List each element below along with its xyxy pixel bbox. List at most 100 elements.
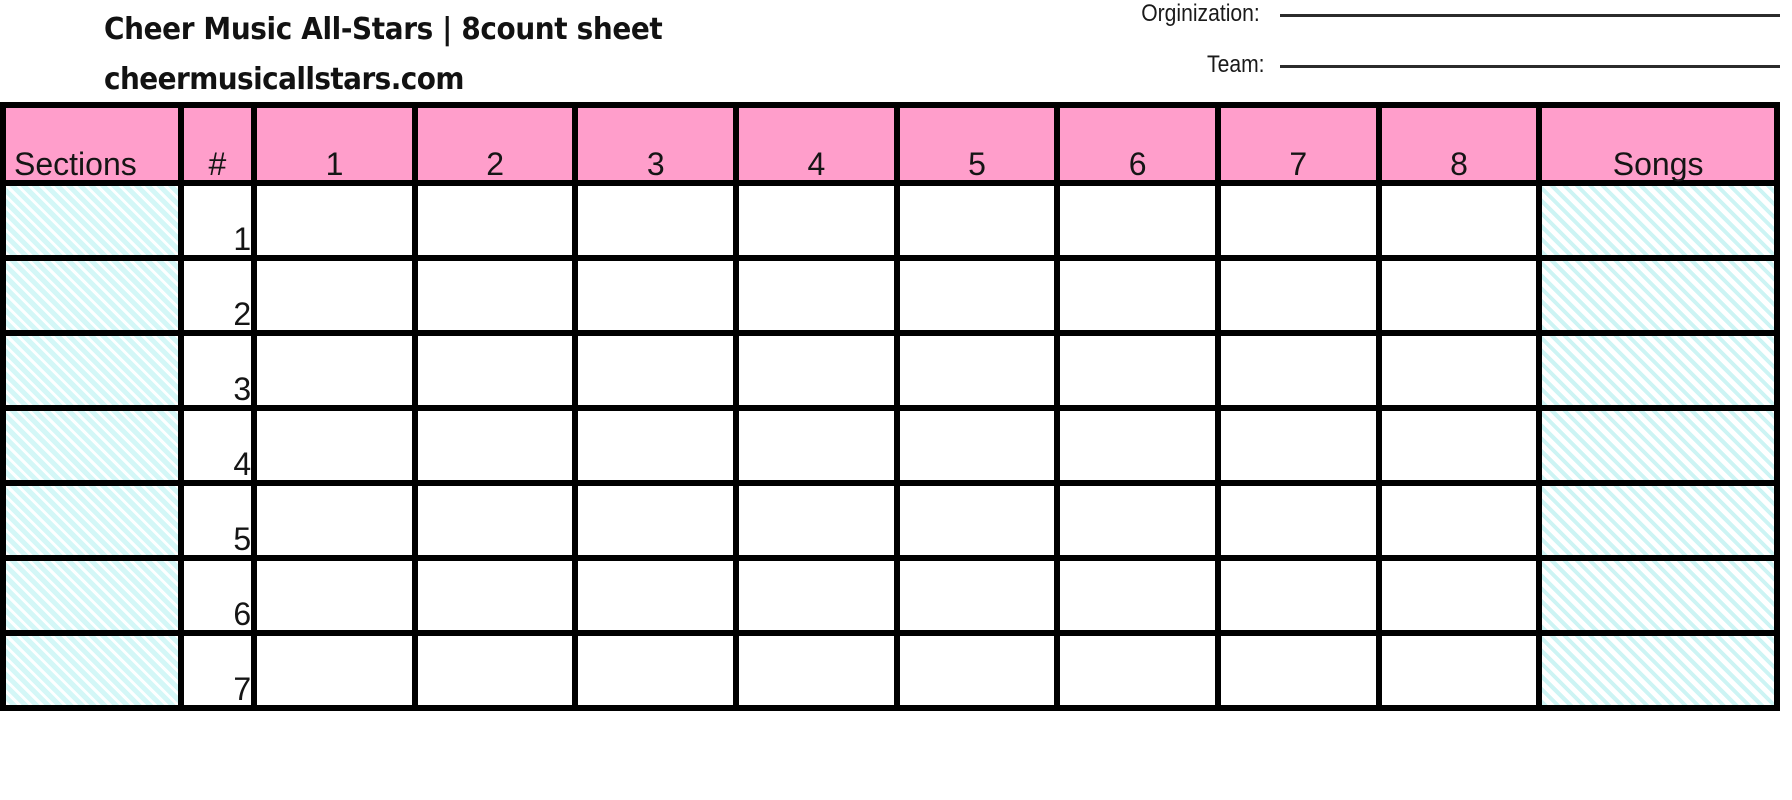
count-cell-4[interactable]: [733, 330, 900, 411]
organization-input-line[interactable]: [1280, 14, 1780, 17]
count-cell-5[interactable]: [893, 630, 1061, 711]
count-cell-1[interactable]: [251, 480, 418, 561]
section-cell[interactable]: [0, 630, 184, 711]
count-cell-8[interactable]: [1375, 630, 1543, 711]
table-row: 4: [0, 405, 1780, 486]
column-header-count-8: 8: [1375, 102, 1543, 186]
table-row: 7: [0, 630, 1780, 711]
song-cell[interactable]: [1536, 405, 1780, 486]
count-cell-5[interactable]: [893, 555, 1061, 636]
table-header-row: Sections # 1 2 3 4 5 6 7 8 Songs: [0, 102, 1780, 186]
count-cell-6[interactable]: [1054, 255, 1221, 336]
count-cell-5[interactable]: [893, 255, 1061, 336]
table-row: 3: [0, 330, 1780, 411]
count-cell-7[interactable]: [1215, 555, 1382, 636]
count-cell-8[interactable]: [1375, 330, 1543, 411]
team-label: Team:: [1206, 51, 1265, 78]
count-cell-5[interactable]: [893, 180, 1061, 261]
count-cell-2[interactable]: [411, 480, 579, 561]
song-cell[interactable]: [1536, 255, 1780, 336]
column-header-count-3: 3: [572, 102, 740, 186]
count-cell-3[interactable]: [572, 630, 740, 711]
row-number-cell: 2: [177, 255, 258, 336]
count-cell-6[interactable]: [1054, 330, 1221, 411]
count-cell-5[interactable]: [893, 330, 1061, 411]
count-cell-6[interactable]: [1054, 405, 1221, 486]
count-cell-3[interactable]: [572, 180, 740, 261]
count-cell-8[interactable]: [1375, 405, 1543, 486]
count-cell-7[interactable]: [1215, 255, 1382, 336]
section-cell[interactable]: [0, 405, 184, 486]
section-cell[interactable]: [0, 330, 184, 411]
count-cell-7[interactable]: [1215, 480, 1382, 561]
count-cell-1[interactable]: [251, 555, 418, 636]
count-cell-6[interactable]: [1054, 180, 1221, 261]
table-row: 2: [0, 255, 1780, 336]
count-cell-4[interactable]: [733, 255, 900, 336]
count-cell-4[interactable]: [733, 630, 900, 711]
song-cell[interactable]: [1536, 480, 1780, 561]
row-number-cell: 7: [177, 630, 258, 711]
count-cell-2[interactable]: [411, 630, 579, 711]
count-cell-5[interactable]: [893, 480, 1061, 561]
count-cell-3[interactable]: [572, 405, 740, 486]
count-cell-2[interactable]: [411, 180, 579, 261]
count-cell-3[interactable]: [572, 480, 740, 561]
count-cell-6[interactable]: [1054, 630, 1221, 711]
table-row: 6: [0, 555, 1780, 636]
title-block: Cheer Music All-Stars | 8count sheet che…: [104, 4, 904, 104]
count-cell-2[interactable]: [411, 555, 579, 636]
count-cell-1[interactable]: [251, 255, 418, 336]
column-header-count-4: 4: [733, 102, 900, 186]
count-cell-1[interactable]: [251, 630, 418, 711]
count-cell-2[interactable]: [411, 255, 579, 336]
song-cell[interactable]: [1536, 630, 1780, 711]
team-field-row: Team:: [950, 51, 1780, 102]
section-cell[interactable]: [0, 180, 184, 261]
organization-field-row: Orginization:: [950, 0, 1780, 51]
count-cell-8[interactable]: [1375, 255, 1543, 336]
count-cell-1[interactable]: [251, 180, 418, 261]
section-cell[interactable]: [0, 480, 184, 561]
eight-count-sheet-page: Cheer Music All-Stars | 8count sheet che…: [0, 0, 1792, 800]
count-cell-3[interactable]: [572, 555, 740, 636]
column-header-count-2: 2: [411, 102, 579, 186]
count-cell-7[interactable]: [1215, 180, 1382, 261]
count-cell-8[interactable]: [1375, 180, 1543, 261]
count-cell-1[interactable]: [251, 330, 418, 411]
team-input-line[interactable]: [1280, 65, 1780, 68]
section-cell[interactable]: [0, 555, 184, 636]
count-cell-4[interactable]: [733, 180, 900, 261]
count-cell-7[interactable]: [1215, 630, 1382, 711]
count-cell-8[interactable]: [1375, 480, 1543, 561]
sheet-header: Cheer Music All-Stars | 8count sheet che…: [0, 0, 1792, 102]
row-number-cell: 6: [177, 555, 258, 636]
count-cell-2[interactable]: [411, 330, 579, 411]
column-header-sections: Sections: [0, 102, 184, 186]
count-cell-6[interactable]: [1054, 555, 1221, 636]
count-cell-7[interactable]: [1215, 405, 1382, 486]
count-cell-8[interactable]: [1375, 555, 1543, 636]
column-header-count-5: 5: [893, 102, 1061, 186]
column-header-number: #: [177, 102, 258, 186]
count-cell-4[interactable]: [733, 480, 900, 561]
count-cell-7[interactable]: [1215, 330, 1382, 411]
eight-count-table: Sections # 1 2 3 4 5 6 7 8 Songs 1234567: [0, 102, 1780, 711]
count-cell-4[interactable]: [733, 405, 900, 486]
count-cell-5[interactable]: [893, 405, 1061, 486]
count-cell-1[interactable]: [251, 405, 418, 486]
table-row: 1: [0, 180, 1780, 261]
song-cell[interactable]: [1536, 180, 1780, 261]
count-cell-2[interactable]: [411, 405, 579, 486]
section-cell[interactable]: [0, 255, 184, 336]
song-cell[interactable]: [1536, 330, 1780, 411]
song-cell[interactable]: [1536, 555, 1780, 636]
count-cell-3[interactable]: [572, 330, 740, 411]
count-cell-3[interactable]: [572, 255, 740, 336]
row-number-cell: 5: [177, 480, 258, 561]
form-fields: Orginization: Team:: [950, 0, 1780, 102]
table-body: 1234567: [0, 180, 1780, 711]
column-header-songs: Songs: [1536, 102, 1780, 186]
count-cell-6[interactable]: [1054, 480, 1221, 561]
count-cell-4[interactable]: [733, 555, 900, 636]
